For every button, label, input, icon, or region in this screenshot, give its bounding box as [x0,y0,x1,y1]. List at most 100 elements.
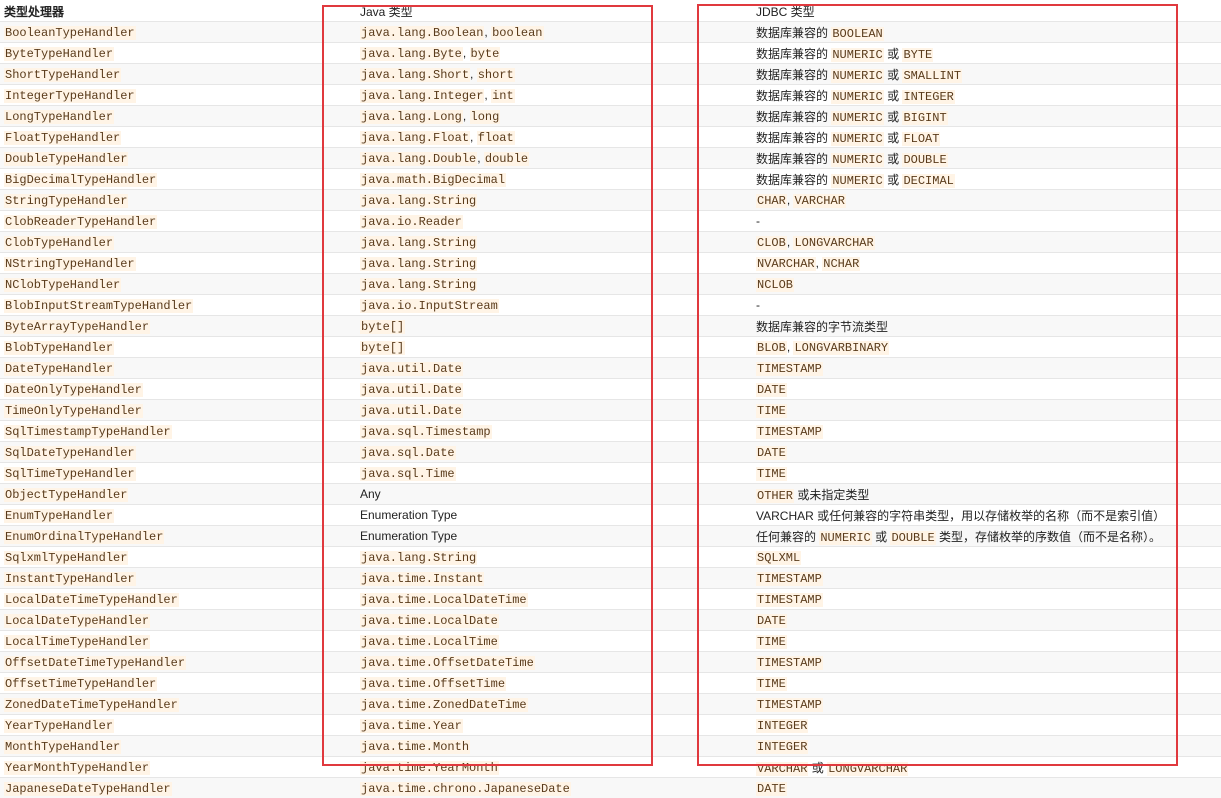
handler-name: ClobTypeHandler [4,236,114,250]
table-row: BlobInputStreamTypeHandlerjava.io.InputS… [0,295,1221,316]
table-row: ShortTypeHandlerjava.lang.Short, short数据… [0,64,1221,85]
handler-name: BigDecimalTypeHandler [4,173,157,187]
table-row: TimeOnlyTypeHandlerjava.util.DateTIME [0,400,1221,421]
handler-name: TimeOnlyTypeHandler [4,404,143,418]
jdbc-type-code: TIME [756,467,787,481]
handler-cell: IntegerTypeHandler [0,85,356,106]
handler-cell: OffsetTimeTypeHandler [0,673,356,694]
jdbc-type-cell: 数据库兼容的 NUMERIC 或 BYTE [752,43,1221,64]
jdbc-type-code: NCLOB [756,278,794,292]
jdbc-type-code: DOUBLE [902,153,947,167]
java-type-code: boolean [491,26,543,40]
java-type-cell: java.time.LocalTime [356,631,752,652]
java-type-code: java.math.BigDecimal [360,173,506,187]
jdbc-type-code: DATE [756,782,787,796]
type-handler-table: 类型处理器 Java 类型 JDBC 类型 BooleanTypeHandler… [0,1,1221,798]
handler-name: BlobInputStreamTypeHandler [4,299,193,313]
handler-cell: EnumOrdinalTypeHandler [0,526,356,547]
java-type-cell: java.lang.Boolean, boolean [356,22,752,43]
jdbc-type-cell: DATE [752,778,1221,798]
jdbc-type-cell: TIME [752,631,1221,652]
handler-cell: StringTypeHandler [0,190,356,211]
java-type-code: java.lang.String [360,236,477,250]
java-type-code: int [491,89,515,103]
java-type-code: java.lang.Double [360,152,477,166]
handler-name: ZonedDateTimeTypeHandler [4,698,179,712]
java-type-code: java.time.OffsetTime [360,677,506,691]
handler-name: EnumTypeHandler [4,509,114,523]
jdbc-type-code: NUMERIC [831,69,883,83]
java-type-code: double [484,152,529,166]
java-type-code: java.io.Reader [360,215,463,229]
java-type-code: java.time.LocalDate [360,614,499,628]
handler-cell: SqlDateTypeHandler [0,442,356,463]
java-type-code: java.lang.String [360,551,477,565]
java-type-code: byte[] [360,320,405,334]
handler-name: LocalDateTimeTypeHandler [4,593,179,607]
jdbc-type-cell: 数据库兼容的字节流类型 [752,316,1221,337]
table-row: OffsetTimeTypeHandler java.time.OffsetTim… [0,673,1221,694]
handler-name: SqlxmlTypeHandler [4,551,128,565]
jdbc-type-cell: TIMESTAMP [752,421,1221,442]
jdbc-type-code: NUMERIC [831,111,883,125]
table-row: BigDecimalTypeHandler java.math.BigDecima… [0,169,1221,190]
java-type-code: short [477,68,515,82]
table-row: SqlxmlTypeHandlerjava.lang.StringSQLXML [0,547,1221,568]
jdbc-type-code: CHAR [756,194,787,208]
java-type-code: long [470,110,501,124]
jdbc-type-code: TIMESTAMP [756,572,823,586]
java-type-cell: java.lang.String [356,232,752,253]
table-row: YearTypeHandlerjava.time.YearINTEGER [0,715,1221,736]
handler-name: BlobTypeHandler [4,341,114,355]
java-type-code: java.time.OffsetDateTime [360,656,535,670]
handler-name: DoubleTypeHandler [4,152,128,166]
handler-name: DateTypeHandler [4,362,114,376]
handler-cell: NStringTypeHandler [0,253,356,274]
jdbc-type-code: TIMESTAMP [756,425,823,439]
java-type-code: java.time.Year [360,719,463,733]
handler-cell: JapaneseDateTypeHandler [0,778,356,798]
jdbc-type-code: NUMERIC [819,531,871,545]
jdbc-type-code: TIMESTAMP [756,593,823,607]
jdbc-type-code: DECIMAL [902,174,954,188]
jdbc-type-code: NUMERIC [831,132,883,146]
header-jdbc-type: JDBC 类型 [752,1,1221,22]
java-type-cell: java.lang.String [356,253,752,274]
jdbc-type-cell: 任何兼容的 NUMERIC 或 DOUBLE 类型，存储枚举的序数值（而不是名称… [752,526,1221,547]
handler-cell: ByteTypeHandler [0,43,356,64]
jdbc-type-code: INTEGER [902,90,954,104]
java-type-code: java.time.LocalDateTime [360,593,528,607]
jdbc-type-cell: DATE [752,379,1221,400]
handler-cell: SqlTimestampTypeHandler [0,421,356,442]
jdbc-type-code: VARCHAR [793,194,845,208]
jdbc-type-cell: 数据库兼容的 NUMERIC 或 BIGINT [752,106,1221,127]
handler-name: JapaneseDateTypeHandler [4,782,172,796]
table-row: ClobTypeHandlerjava.lang.StringCLOB, LON… [0,232,1221,253]
jdbc-type-code: NCHAR [822,257,860,271]
jdbc-type-code: DATE [756,383,787,397]
java-type-code: java.time.chrono.JapaneseDate [360,782,571,796]
handler-cell: LongTypeHandler [0,106,356,127]
java-type-code: java.time.ZonedDateTime [360,698,528,712]
java-type-code: java.sql.Date [360,446,456,460]
jdbc-type-cell: VARCHAR 或任何兼容的字符串类型，用以存储枚举的名称（而不是索引值） [752,505,1221,526]
java-type-code: java.sql.Time [360,467,456,481]
java-type-code: java.time.Month [360,740,470,754]
handler-name: BooleanTypeHandler [4,26,136,40]
handler-cell: DateOnlyTypeHandler [0,379,356,400]
java-type-cell: java.sql.Date [356,442,752,463]
jdbc-type-code: NVARCHAR [756,257,816,271]
handler-cell: LocalDateTimeTypeHandler [0,589,356,610]
java-type-code: java.lang.Float [360,131,470,145]
jdbc-type-code: TIME [756,677,787,691]
table-row: FloatTypeHandlerjava.lang.Float, float数据… [0,127,1221,148]
handler-name: ObjectTypeHandler [4,488,128,502]
jdbc-type-cell: - [752,295,1221,316]
handler-name: LongTypeHandler [4,110,114,124]
java-type-code: java.util.Date [360,404,463,418]
table-row: ClobReaderTypeHandlerjava.io.Reader- [0,211,1221,232]
handler-name: NClobTypeHandler [4,278,121,292]
jdbc-type-cell: CHAR, VARCHAR [752,190,1221,211]
table-row: ObjectTypeHandlerAnyOTHER 或未指定类型 [0,484,1221,505]
java-type-cell: Enumeration Type [356,526,752,547]
